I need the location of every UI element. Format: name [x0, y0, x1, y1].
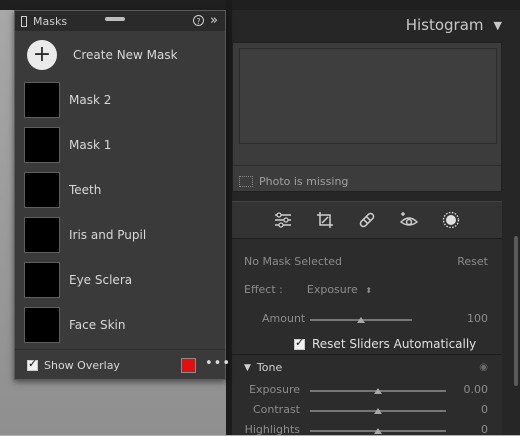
tone-header[interactable]: ▼ Tone ◉	[244, 361, 488, 374]
reset-button[interactable]: Reset	[457, 255, 488, 268]
histogram-header[interactable]: Histogram ▼	[232, 10, 502, 40]
tone-slider-label: Exposure	[249, 383, 300, 396]
no-mask-selected: No Mask Selected	[244, 255, 342, 268]
mask-name: Iris and Pupil	[69, 227, 147, 242]
drag-handle[interactable]	[105, 17, 125, 21]
mask-list-item[interactable]: Teeth	[15, 167, 225, 212]
mask-list-item[interactable]: Iris and Pupil	[15, 212, 225, 257]
masks-title: Masks	[33, 14, 68, 28]
mask-list-item[interactable]: Mask 2	[15, 77, 225, 122]
amount-label: Amount	[262, 312, 306, 325]
mask-thumbnail	[24, 81, 60, 118]
masks-footer: Show Overlay •••	[15, 349, 230, 380]
mask-thumbnail	[24, 126, 60, 163]
reset-sliders-checkbox[interactable]	[294, 336, 305, 350]
overlay-color-swatch[interactable]	[181, 358, 196, 373]
mask-thumbnail	[24, 171, 60, 208]
crop-icon[interactable]	[315, 210, 335, 230]
show-overlay-checkbox[interactable]	[27, 357, 38, 371]
tone-slider-label: Highlights	[244, 423, 300, 436]
right-panel: Histogram ▼ Photo is missing No Mask Sel…	[232, 10, 512, 436]
masks-panel: Masks ? » + Create New Mask Mask 2 Mask 1…	[14, 10, 230, 380]
mask-name: Teeth	[69, 182, 102, 197]
effect-row: Effect : Exposure ⬍	[244, 283, 488, 296]
photo-missing-status: Photo is missing	[239, 175, 348, 188]
mask-status-row: No Mask Selected Reset	[244, 255, 488, 268]
reset-sliders-row: Reset Sliders Automatically	[244, 336, 488, 351]
mask-thumbnail	[24, 261, 60, 298]
visibility-eye-icon[interactable]: ◉	[479, 362, 488, 373]
scrollbar-thumb[interactable]	[514, 236, 518, 386]
reset-sliders-label: Reset Sliders Automatically	[312, 337, 477, 351]
tone-slider-value[interactable]: 0	[481, 423, 488, 436]
mask-name: Mask 1	[69, 137, 112, 152]
expand-chevrons-icon[interactable]: »	[210, 13, 218, 28]
panel-dock-icon[interactable]	[21, 15, 27, 27]
show-overlay-label: Show Overlay	[44, 358, 120, 372]
tool-strip	[232, 201, 502, 239]
effect-dropdown[interactable]: Exposure ⬍	[307, 283, 372, 296]
expand-triangle-icon[interactable]: ▼	[244, 363, 251, 373]
photo-missing-text: Photo is missing	[259, 175, 349, 188]
more-options-icon[interactable]: •••	[205, 356, 231, 371]
tone-slider-knob[interactable]	[374, 428, 382, 434]
mask-list-item[interactable]: Mask 1	[15, 122, 225, 167]
tone-section: ▼ Tone ◉ Exposure 0.00 Contrast 0 Highlights…	[232, 355, 502, 436]
plus-icon: +	[27, 39, 57, 70]
masks-panel-header[interactable]: Masks ? »	[15, 11, 225, 31]
effect-label: Effect :	[244, 283, 283, 296]
mask-list-item[interactable]: Eye Sclera	[15, 257, 225, 302]
missing-photo-icon	[239, 176, 253, 187]
amount-value[interactable]: 100	[467, 312, 488, 325]
updown-icon: ⬍	[365, 286, 373, 295]
red-eye-icon[interactable]	[399, 210, 419, 230]
tone-slider-label: Contrast	[252, 403, 300, 416]
mask-thumbnail	[24, 216, 60, 253]
histogram-title: Histogram	[405, 16, 484, 34]
tone-slider-knob[interactable]	[374, 408, 382, 414]
mask-name: Mask 2	[69, 92, 112, 107]
amount-slider-knob[interactable]	[357, 317, 365, 323]
mask-thumbnail	[24, 306, 60, 343]
create-new-mask-button[interactable]: + Create New Mask	[15, 32, 225, 77]
mask-settings: No Mask Selected Reset Effect : Exposure…	[232, 239, 502, 359]
help-icon[interactable]: ?	[193, 15, 204, 26]
tone-slider-knob[interactable]	[374, 388, 382, 394]
mask-name: Face Skin	[69, 317, 126, 332]
mask-list-item[interactable]: Face Skin	[15, 302, 225, 347]
tone-title: Tone	[256, 361, 283, 374]
masking-icon[interactable]	[441, 210, 461, 230]
mask-name: Eye Sclera	[69, 272, 133, 287]
edit-sliders-icon[interactable]	[273, 210, 293, 230]
histogram-divider	[233, 165, 501, 166]
create-new-mask-label: Create New Mask	[73, 47, 178, 62]
histogram-panel: Photo is missing	[232, 42, 502, 192]
collapse-triangle-icon[interactable]: ▼	[494, 19, 502, 32]
effect-value: Exposure	[306, 283, 358, 296]
tone-slider-value[interactable]: 0	[481, 403, 488, 416]
tone-slider-value[interactable]: 0.00	[464, 383, 489, 396]
top-bar	[0, 0, 520, 10]
histogram-plot	[239, 48, 497, 144]
healing-bandage-icon[interactable]	[357, 210, 377, 230]
